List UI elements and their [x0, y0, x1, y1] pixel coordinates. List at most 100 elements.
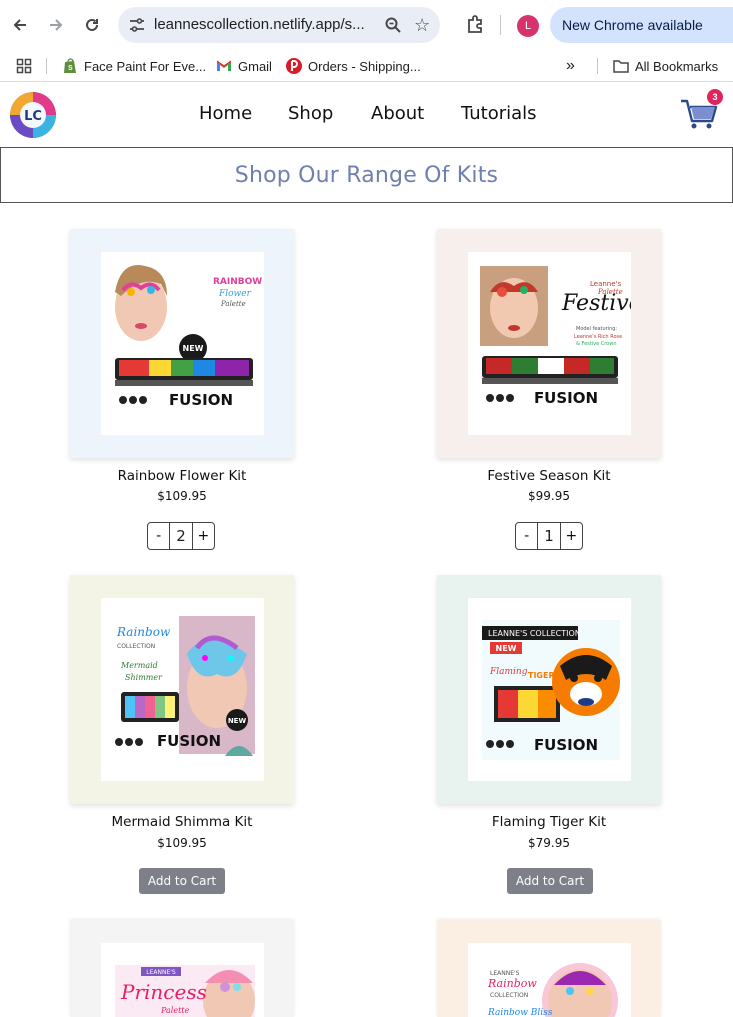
- svg-text:Flower: Flower: [218, 289, 252, 299]
- add-to-cart-button[interactable]: Add to Cart: [139, 868, 225, 894]
- update-label: New Chrome available: [562, 17, 703, 33]
- quantity-value: 2: [169, 523, 193, 549]
- url-text[interactable]: leannescollection.netlify.app/s...: [154, 16, 365, 33]
- nav-shop[interactable]: Shop: [288, 103, 371, 124]
- svg-text:LEANNE'S COLLECTION: LEANNE'S COLLECTION: [488, 629, 581, 638]
- svg-text:Palette: Palette: [597, 288, 623, 296]
- profile-avatar[interactable]: L: [517, 15, 539, 37]
- bookmark-face-paint[interactable]: S Face Paint For Eve...: [62, 54, 206, 78]
- site-logo[interactable]: LC: [10, 92, 56, 138]
- logo-text: LC: [24, 109, 42, 124]
- svg-text:S: S: [68, 65, 73, 72]
- product-card[interactable]: LEANNE'S Princess Palette: [70, 920, 294, 1017]
- decrement-button[interactable]: -: [516, 523, 537, 549]
- product-price: $109.95: [157, 489, 207, 503]
- more-menu-icon[interactable]: ⋮: [728, 15, 733, 35]
- bookmarks-bar: S Face Paint For Eve... Gmail Orders - S…: [0, 50, 733, 82]
- svg-text:RAINBOW: RAINBOW: [213, 277, 262, 287]
- quantity-stepper: - 2 +: [147, 522, 215, 550]
- product-name[interactable]: Festive Season Kit: [437, 468, 661, 484]
- svg-text:FUSION: FUSION: [157, 732, 221, 750]
- svg-text:Palette: Palette: [220, 300, 246, 308]
- svg-text:NEW: NEW: [228, 717, 247, 725]
- svg-text:Rainbow: Rainbow: [487, 977, 537, 990]
- svg-text:COLLECTION: COLLECTION: [117, 643, 155, 650]
- svg-text:Mermaid: Mermaid: [120, 661, 158, 670]
- product-card[interactable]: Leanne's Festive Palette Model featuring…: [437, 229, 661, 458]
- new-chrome-available-button[interactable]: New Chrome available ⋮: [550, 7, 733, 43]
- extensions-icon[interactable]: [465, 14, 485, 34]
- product-image[interactable]: Leanne's Festive Palette Model featuring…: [468, 252, 631, 435]
- add-to-cart-button[interactable]: Add to Cart: [507, 868, 593, 894]
- cart-count-badge: 3: [707, 89, 723, 105]
- product-image[interactable]: LEANNE'S COLLECTION NEW Flaming TIGER FU…: [468, 598, 631, 781]
- bookmarks-overflow-button[interactable]: »: [566, 54, 575, 78]
- increment-button[interactable]: +: [561, 523, 582, 549]
- product-image[interactable]: LEANNE'S Rainbow COLLECTION Rainbow Blis…: [468, 943, 631, 1017]
- product-image[interactable]: LEANNE'S Princess Palette: [101, 943, 264, 1017]
- product-name[interactable]: Flaming Tiger Kit: [437, 814, 661, 830]
- svg-text:LEANNE'S: LEANNE'S: [490, 970, 520, 977]
- quantity-stepper: - 1 +: [515, 522, 583, 550]
- folder-icon: [613, 58, 629, 74]
- svg-text:FUSION: FUSION: [534, 736, 598, 754]
- svg-text:LEANNE'S: LEANNE'S: [146, 969, 176, 976]
- bookmark-gmail[interactable]: Gmail: [216, 54, 272, 78]
- product-image[interactable]: Rainbow COLLECTION Mermaid Shimmer NEW F…: [101, 598, 264, 781]
- svg-text:FUSION: FUSION: [169, 391, 233, 409]
- bookmarks-divider: [597, 58, 598, 74]
- svg-text:& Festive Crown: & Festive Crown: [576, 341, 617, 347]
- product-name[interactable]: Mermaid Shimma Kit: [70, 814, 294, 830]
- svg-text:Shimmer: Shimmer: [125, 673, 163, 682]
- all-bookmarks-button[interactable]: All Bookmarks: [613, 54, 718, 78]
- apps-grid-icon[interactable]: [16, 54, 32, 78]
- site-header: LC Home Shop About Tutorials: [0, 83, 733, 147]
- auspost-icon: [286, 58, 302, 74]
- svg-text:Leanne's: Leanne's: [590, 280, 621, 288]
- decrement-button[interactable]: -: [148, 523, 169, 549]
- reload-icon[interactable]: [80, 13, 104, 37]
- toolbar-divider: [500, 15, 501, 35]
- svg-text:Flaming: Flaming: [489, 667, 528, 677]
- product-card[interactable]: Rainbow COLLECTION Mermaid Shimmer NEW F…: [70, 575, 294, 804]
- product-price: $79.95: [528, 836, 570, 850]
- forward-icon[interactable]: [44, 13, 68, 37]
- bookmark-label: Orders - Shipping...: [308, 58, 421, 74]
- all-bookmarks-label: All Bookmarks: [635, 58, 719, 74]
- svg-text:NEW: NEW: [496, 644, 517, 653]
- product-image[interactable]: RAINBOW Flower Palette NEW FUSION: [101, 252, 264, 435]
- increment-button[interactable]: +: [193, 523, 214, 549]
- site-info-icon[interactable]: [128, 16, 146, 34]
- bookmark-label: Face Paint For Eve...: [84, 58, 207, 74]
- gmail-icon: [216, 58, 232, 74]
- svg-text:FUSION: FUSION: [534, 389, 598, 407]
- svg-text:Rainbow Bliss: Rainbow Bliss: [487, 1008, 553, 1017]
- page-title: Shop Our Range Of Kits: [234, 162, 499, 188]
- quantity-value: 1: [537, 523, 561, 549]
- browser-toolbar: leannescollection.netlify.app/s... ☆ L N…: [0, 0, 733, 50]
- svg-text:Palette: Palette: [160, 1006, 190, 1015]
- svg-text:Leanne's Rich Rose: Leanne's Rich Rose: [574, 334, 622, 340]
- product-card[interactable]: LEANNE'S COLLECTION NEW Flaming TIGER FU…: [437, 575, 661, 804]
- svg-text:Rainbow: Rainbow: [116, 625, 171, 639]
- nav-about[interactable]: About: [371, 103, 461, 124]
- nav-home[interactable]: Home: [199, 103, 288, 124]
- nav-tutorials[interactable]: Tutorials: [461, 103, 537, 124]
- product-name[interactable]: Rainbow Flower Kit: [70, 468, 294, 484]
- bookmarks-divider: [46, 58, 47, 74]
- svg-text:Model featuring:: Model featuring:: [576, 326, 617, 332]
- product-card[interactable]: LEANNE'S Rainbow COLLECTION Rainbow Blis…: [437, 920, 661, 1017]
- bookmark-label: Gmail: [238, 58, 272, 74]
- zoom-icon[interactable]: [384, 16, 402, 34]
- page-title-bar: Shop Our Range Of Kits: [0, 147, 733, 203]
- bookmark-orders-shipping[interactable]: Orders - Shipping...: [286, 54, 421, 78]
- product-card[interactable]: RAINBOW Flower Palette NEW FUSION: [70, 229, 294, 458]
- svg-text:TIGER: TIGER: [528, 671, 555, 680]
- address-bar[interactable]: leannescollection.netlify.app/s... ☆: [118, 7, 440, 43]
- back-icon[interactable]: [8, 13, 32, 37]
- product-price: $99.95: [528, 489, 570, 503]
- main-nav: Home Shop About Tutorials: [199, 103, 537, 124]
- product-price: $109.95: [157, 836, 207, 850]
- svg-text:Princess: Princess: [120, 980, 207, 1004]
- bookmark-star-icon[interactable]: ☆: [414, 15, 430, 36]
